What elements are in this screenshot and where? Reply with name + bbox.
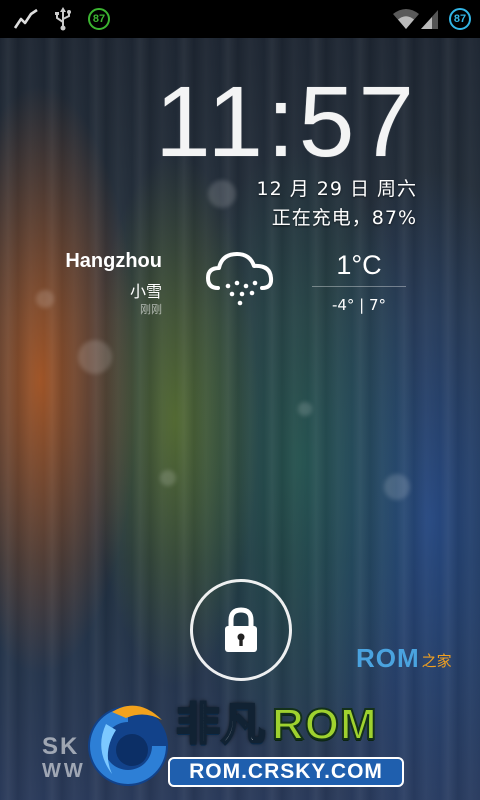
wallpaper-bokeh bbox=[384, 474, 410, 500]
weather-range: -4° | 7° bbox=[331, 296, 387, 314]
usb-icon bbox=[52, 0, 74, 38]
weather-condition: 小雪 bbox=[129, 282, 162, 301]
watermark-text: SK bbox=[42, 733, 80, 760]
divider bbox=[312, 286, 406, 287]
wallpaper-bokeh bbox=[208, 180, 236, 208]
battery-level: 87 bbox=[88, 8, 110, 30]
snow-cloud-icon bbox=[204, 248, 276, 310]
battery-ring-icon: 87 bbox=[87, 0, 111, 38]
lockscreen-date: 12 月 29 日 周六 bbox=[256, 178, 417, 200]
wallpaper-bokeh bbox=[298, 402, 312, 416]
wallpaper-bokeh bbox=[160, 470, 176, 486]
unlock-button[interactable] bbox=[190, 579, 292, 681]
wifi-icon bbox=[392, 0, 420, 38]
crsky-title: 非凡 ROM bbox=[175, 699, 378, 750]
charging-status: 正在充电，87% bbox=[271, 207, 417, 229]
crsky-logo bbox=[82, 694, 174, 792]
weather-city: Hangzhou bbox=[65, 250, 162, 272]
activity-graph-icon bbox=[12, 0, 40, 38]
watermark-text: 之家 bbox=[421, 652, 452, 670]
lock-icon bbox=[225, 607, 257, 652]
weather-updated: 刚刚 bbox=[140, 303, 162, 316]
battery-ring-icon: 87 bbox=[448, 0, 472, 38]
watermark-text: 非凡 bbox=[175, 699, 266, 750]
battery-level: 87 bbox=[449, 8, 471, 30]
watermark-text: WW bbox=[42, 760, 86, 782]
watermark-text: ROM bbox=[271, 699, 378, 750]
wallpaper-bokeh bbox=[36, 290, 54, 308]
signal-icon bbox=[420, 0, 440, 38]
crsky-url: ROM.CRSKY.COM bbox=[168, 757, 404, 787]
partial-watermark: SK WW bbox=[42, 735, 86, 783]
wallpaper-bokeh bbox=[78, 340, 112, 374]
watermark-text: ROM bbox=[356, 643, 420, 673]
status-bar[interactable]: 87 87 bbox=[0, 0, 480, 38]
lockscreen-clock: 11:57 bbox=[155, 66, 418, 178]
weather-temperature: 1°C bbox=[336, 250, 382, 280]
rom-home-watermark: ROM 之家 bbox=[356, 643, 452, 674]
